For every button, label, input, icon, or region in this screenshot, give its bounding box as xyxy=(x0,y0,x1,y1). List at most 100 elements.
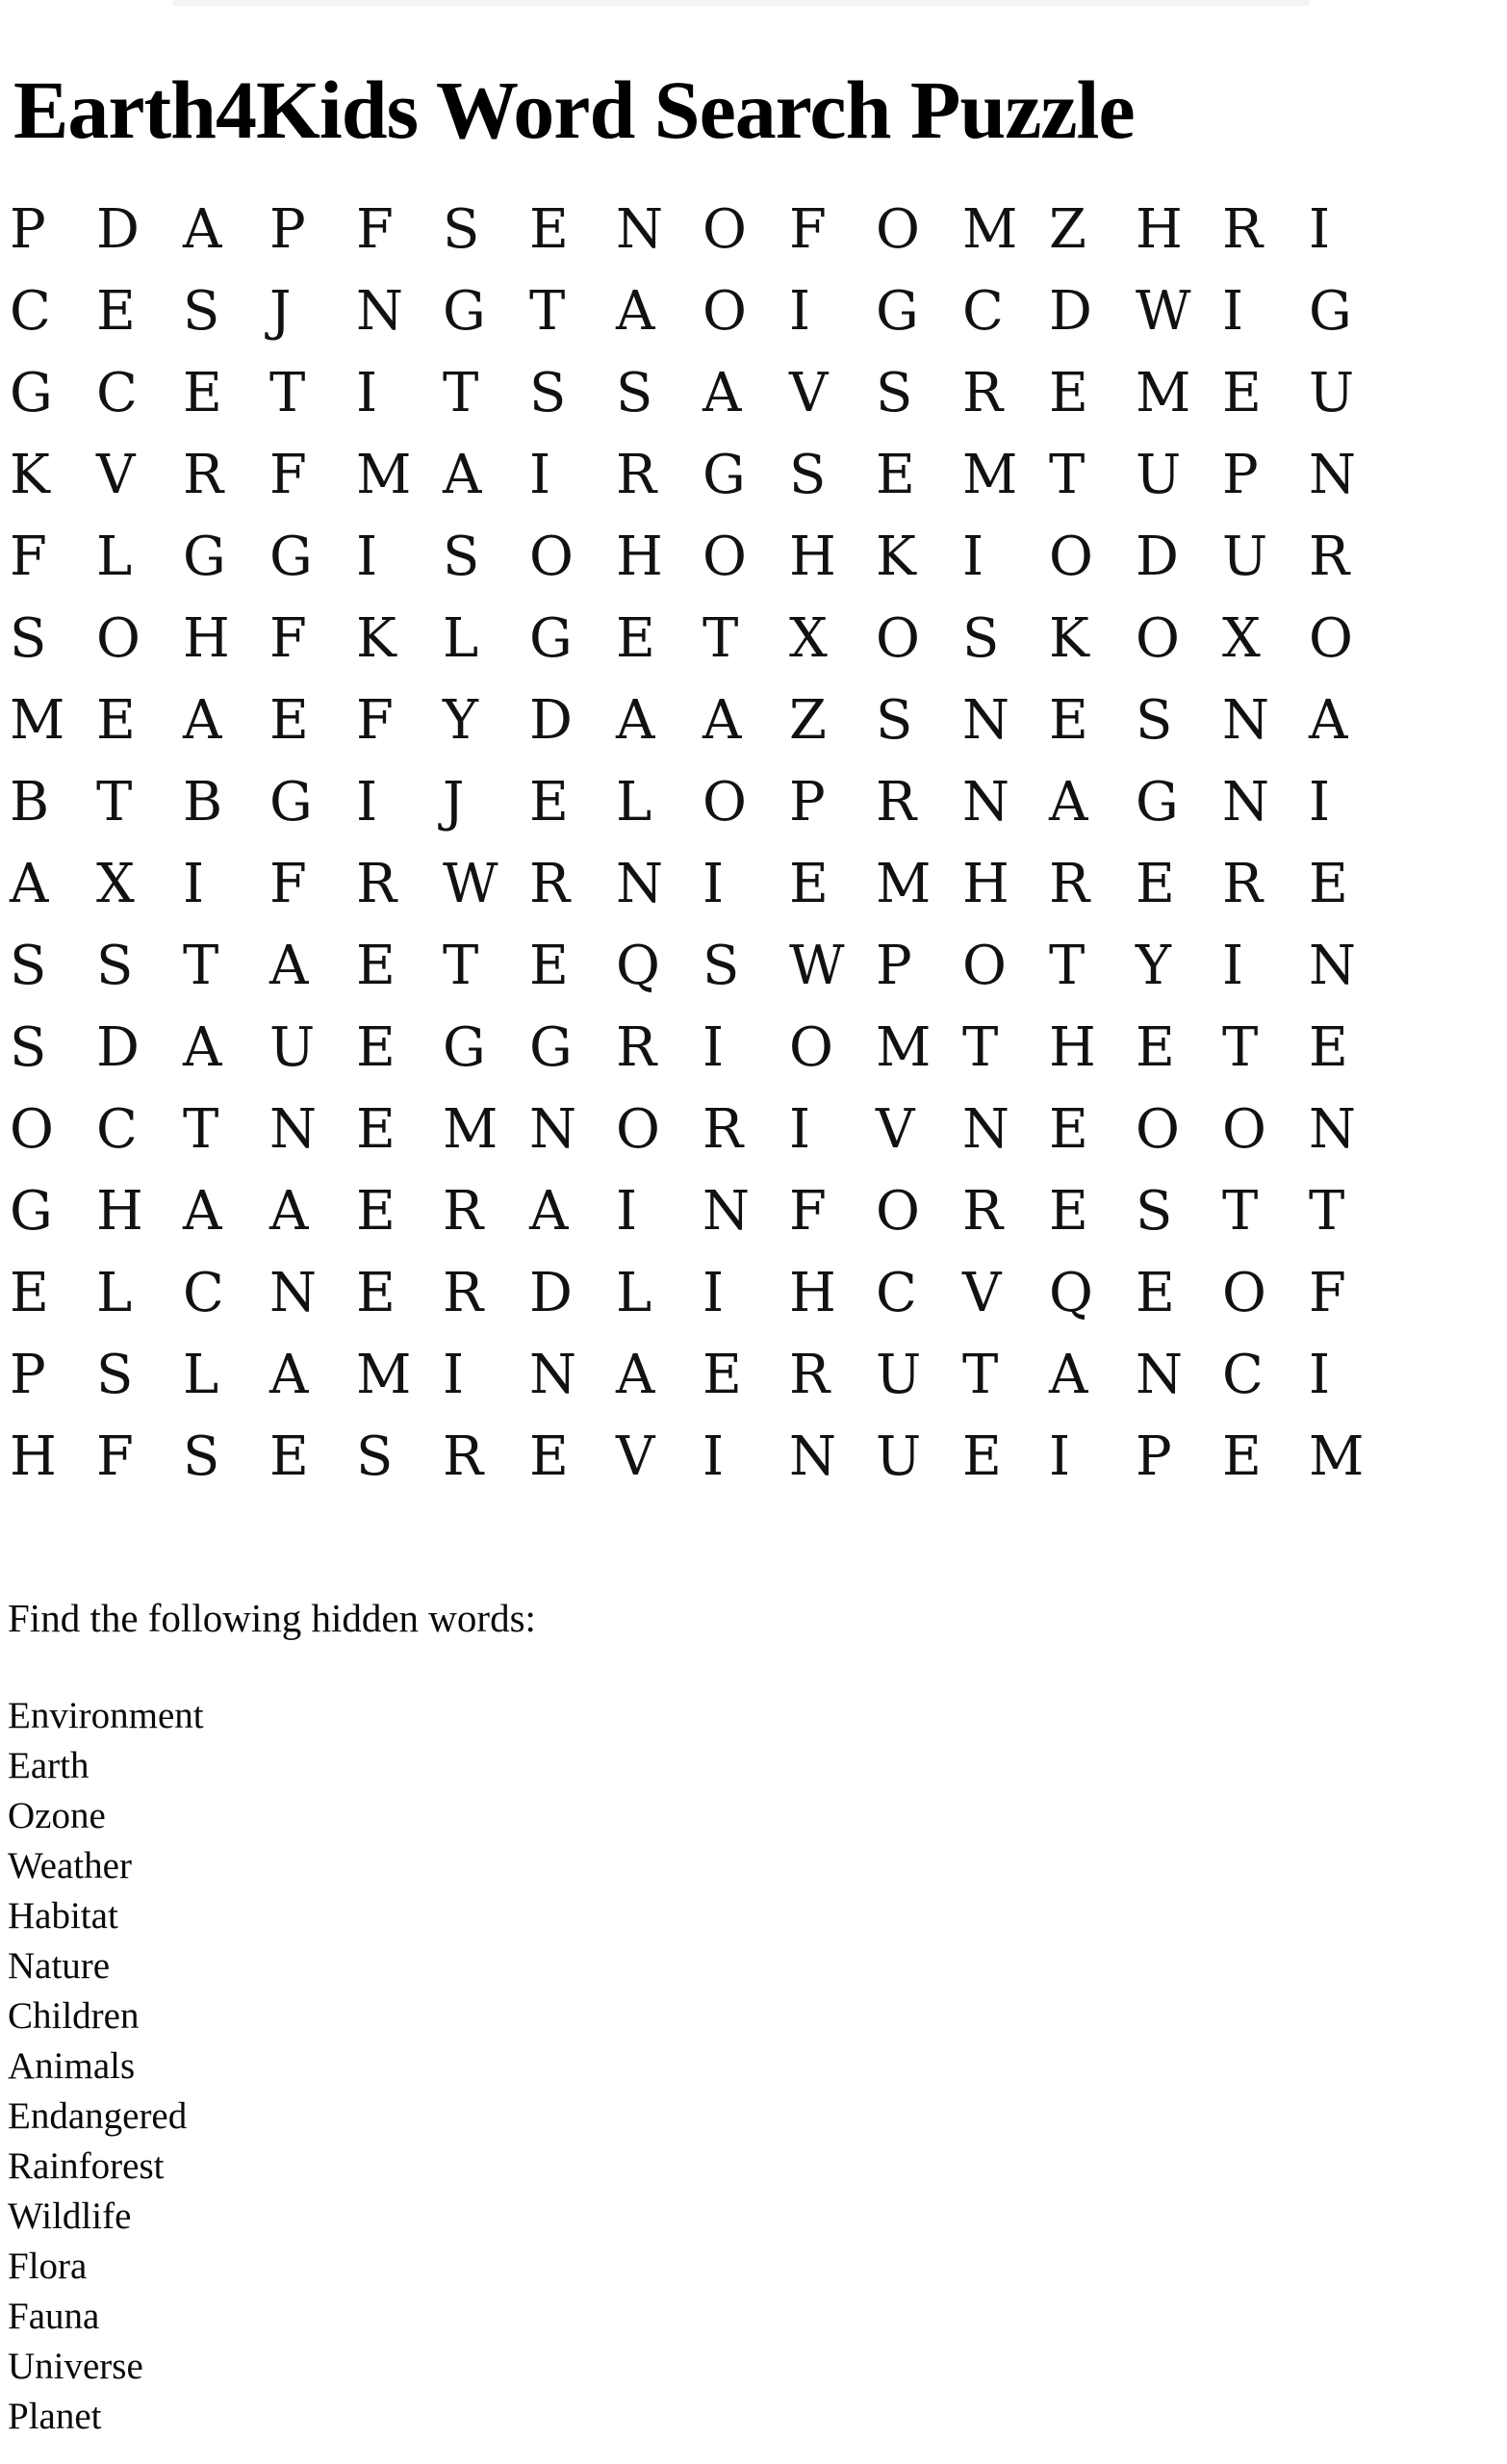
grid-letter[interactable]: S xyxy=(10,609,96,668)
grid-letter[interactable]: N xyxy=(789,1427,876,1486)
grid-letter[interactable]: N xyxy=(616,855,702,913)
grid-letter[interactable]: I xyxy=(529,446,616,504)
grid-letter[interactable]: U xyxy=(876,1427,962,1486)
grid-letter[interactable]: E xyxy=(10,1264,96,1322)
grid-letter[interactable]: S xyxy=(616,364,702,423)
grid-letter[interactable]: K xyxy=(356,609,443,668)
grid-letter[interactable]: B xyxy=(183,773,269,832)
grid-letter[interactable]: G xyxy=(443,282,529,341)
grid-letter[interactable]: I xyxy=(1309,773,1395,832)
grid-letter[interactable]: U xyxy=(1222,527,1309,586)
grid-letter[interactable]: T xyxy=(702,609,789,668)
grid-letter[interactable]: X xyxy=(96,855,183,913)
grid-letter[interactable]: O xyxy=(789,1018,876,1077)
grid-letter[interactable]: E xyxy=(1049,364,1136,423)
grid-letter[interactable]: H xyxy=(183,609,269,668)
grid-letter[interactable]: A xyxy=(269,1182,356,1241)
grid-letter[interactable]: R xyxy=(443,1182,529,1241)
grid-letter[interactable]: U xyxy=(269,1018,356,1077)
grid-letter[interactable]: A xyxy=(10,855,96,913)
grid-letter[interactable]: S xyxy=(529,364,616,423)
grid-letter[interactable]: R xyxy=(1222,200,1309,259)
grid-letter[interactable]: A xyxy=(183,1182,269,1241)
grid-letter[interactable]: P xyxy=(10,200,96,259)
grid-letter[interactable]: R xyxy=(962,1182,1049,1241)
grid-letter[interactable]: E xyxy=(356,1100,443,1159)
grid-letter[interactable]: D xyxy=(1136,527,1222,586)
grid-letter[interactable]: S xyxy=(10,937,96,995)
word-list-item[interactable]: Rainforest xyxy=(8,2142,874,2192)
grid-letter[interactable]: P xyxy=(1222,446,1309,504)
grid-letter[interactable]: H xyxy=(10,1427,96,1486)
grid-letter[interactable]: S xyxy=(1136,1182,1222,1241)
grid-letter[interactable]: E xyxy=(96,282,183,341)
grid-letter[interactable]: N xyxy=(1309,446,1395,504)
grid-letter[interactable]: S xyxy=(183,282,269,341)
grid-letter[interactable]: I xyxy=(702,1427,789,1486)
grid-letter[interactable]: T xyxy=(1309,1182,1395,1241)
grid-letter[interactable]: S xyxy=(962,609,1049,668)
word-list-item[interactable]: Planet xyxy=(8,2392,874,2442)
grid-letter[interactable]: M xyxy=(356,1346,443,1404)
grid-letter[interactable]: N xyxy=(1136,1346,1222,1404)
grid-letter[interactable]: V xyxy=(616,1427,702,1486)
grid-letter[interactable]: W xyxy=(1136,282,1222,341)
grid-letter[interactable]: M xyxy=(1309,1427,1395,1486)
grid-letter[interactable]: C xyxy=(10,282,96,341)
grid-letter[interactable]: N xyxy=(702,1182,789,1241)
grid-letter[interactable]: R xyxy=(1049,855,1136,913)
grid-letter[interactable]: S xyxy=(96,937,183,995)
grid-letter[interactable]: P xyxy=(789,773,876,832)
grid-letter[interactable]: E xyxy=(1049,1100,1136,1159)
grid-letter[interactable]: T xyxy=(1049,937,1136,995)
grid-letter[interactable]: C xyxy=(962,282,1049,341)
grid-letter[interactable]: O xyxy=(702,200,789,259)
grid-letter[interactable]: I xyxy=(702,1264,789,1322)
grid-letter[interactable]: N xyxy=(529,1100,616,1159)
grid-letter[interactable]: O xyxy=(702,773,789,832)
grid-letter[interactable]: A xyxy=(183,200,269,259)
grid-letter[interactable]: D xyxy=(1049,282,1136,341)
grid-letter[interactable]: I xyxy=(1222,282,1309,341)
grid-letter[interactable]: T xyxy=(443,937,529,995)
grid-letter[interactable]: I xyxy=(356,364,443,423)
grid-letter[interactable]: A xyxy=(443,446,529,504)
grid-letter[interactable]: N xyxy=(529,1346,616,1404)
grid-letter[interactable]: K xyxy=(876,527,962,586)
grid-letter[interactable]: E xyxy=(1136,1264,1222,1322)
grid-letter[interactable]: O xyxy=(616,1100,702,1159)
grid-letter[interactable]: F xyxy=(269,855,356,913)
grid-letter[interactable]: W xyxy=(443,855,529,913)
grid-letter[interactable]: R xyxy=(1309,527,1395,586)
grid-letter[interactable]: F xyxy=(269,609,356,668)
grid-letter[interactable]: C xyxy=(183,1264,269,1322)
grid-letter[interactable]: S xyxy=(10,1018,96,1077)
grid-letter[interactable]: N xyxy=(962,691,1049,750)
grid-letter[interactable]: E xyxy=(1309,1018,1395,1077)
grid-letter[interactable]: O xyxy=(876,200,962,259)
grid-letter[interactable]: F xyxy=(1309,1264,1395,1322)
grid-letter[interactable]: L xyxy=(616,773,702,832)
grid-letter[interactable]: M xyxy=(1136,364,1222,423)
grid-letter[interactable]: U xyxy=(1136,446,1222,504)
grid-letter[interactable]: E xyxy=(1222,364,1309,423)
grid-letter[interactable]: U xyxy=(876,1346,962,1404)
grid-letter[interactable]: S xyxy=(1136,691,1222,750)
grid-letter[interactable]: O xyxy=(1222,1264,1309,1322)
grid-letter[interactable]: E xyxy=(1136,1018,1222,1077)
grid-letter[interactable]: T xyxy=(962,1018,1049,1077)
grid-letter[interactable]: A xyxy=(702,364,789,423)
grid-letter[interactable]: P xyxy=(1136,1427,1222,1486)
grid-letter[interactable]: F xyxy=(10,527,96,586)
grid-letter[interactable]: Z xyxy=(789,691,876,750)
grid-letter[interactable]: S xyxy=(443,527,529,586)
grid-letter[interactable]: F xyxy=(96,1427,183,1486)
grid-letter[interactable]: A xyxy=(1309,691,1395,750)
grid-letter[interactable]: S xyxy=(356,1427,443,1486)
grid-letter[interactable]: A xyxy=(702,691,789,750)
grid-letter[interactable]: X xyxy=(789,609,876,668)
grid-letter[interactable]: G xyxy=(876,282,962,341)
grid-letter[interactable]: R xyxy=(616,446,702,504)
grid-letter[interactable]: O xyxy=(962,937,1049,995)
grid-letter[interactable]: I xyxy=(616,1182,702,1241)
